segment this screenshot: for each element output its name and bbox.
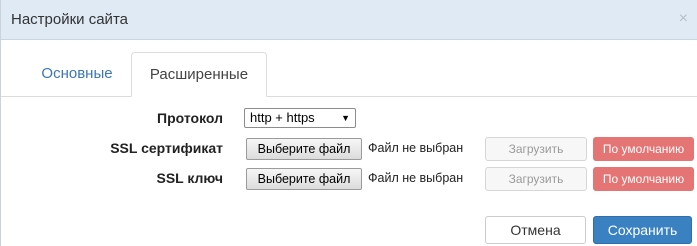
save-button[interactable]: Сохранить [593, 216, 692, 244]
cancel-button[interactable]: Отмена [485, 216, 586, 244]
ssl-key-choose-file-button[interactable]: Выберите файл [246, 168, 362, 190]
tab-basic[interactable]: Основные [27, 52, 127, 96]
protocol-select[interactable]: http + https ▼ [244, 108, 356, 128]
protocol-label: Протокол [157, 110, 223, 126]
ssl-cert-label: SSL сертификат [110, 140, 223, 156]
dialog-titlebar: Настройки сайта × [1, 0, 697, 40]
chevron-down-icon: ▼ [341, 113, 350, 123]
ssl-cert-default-button[interactable]: По умолчанию [593, 137, 694, 161]
tab-advanced[interactable]: Расширенные [131, 52, 267, 97]
ssl-cert-choose-file-button[interactable]: Выберите файл [246, 138, 362, 160]
close-icon[interactable]: × [679, 10, 688, 28]
ssl-key-label: SSL ключ [156, 170, 224, 186]
ssl-key-file-status: Файл не выбран [368, 171, 464, 185]
protocol-selected-value: http + https [250, 110, 315, 125]
site-settings-dialog: Настройки сайта × Основные Расширенные П… [0, 0, 697, 246]
ssl-key-default-button[interactable]: По умолчанию [593, 167, 694, 191]
ssl-key-upload-button[interactable]: Загрузить [485, 167, 587, 191]
ssl-cert-file-status: Файл не выбран [368, 141, 464, 155]
dialog-title: Настройки сайта [11, 11, 128, 28]
ssl-cert-upload-button[interactable]: Загрузить [485, 137, 587, 161]
tab-bar: Основные Расширенные [1, 52, 697, 97]
